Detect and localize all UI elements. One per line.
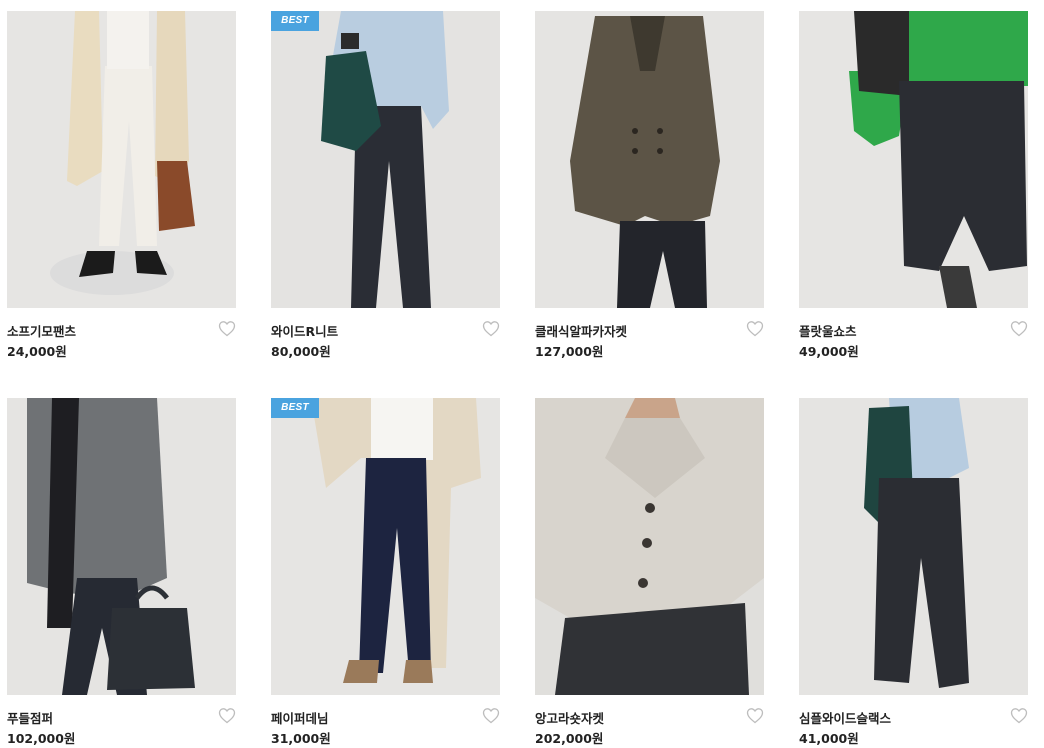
- product-image[interactable]: [7, 11, 236, 308]
- product-price: 127,000원: [535, 344, 604, 359]
- product-image[interactable]: [7, 398, 236, 695]
- product-photo: [535, 398, 764, 695]
- product-card[interactable]: BEST 페이퍼데님 31,000원: [271, 398, 500, 746]
- product-photo: [535, 11, 764, 308]
- product-price: 102,000원: [7, 731, 76, 746]
- wishlist-heart-icon[interactable]: [218, 320, 236, 337]
- product-price: 202,000원: [535, 731, 604, 746]
- wishlist-heart-icon[interactable]: [746, 707, 764, 724]
- best-badge: BEST: [271, 398, 319, 418]
- product-image[interactable]: [799, 11, 1028, 308]
- product-photo: [7, 11, 236, 308]
- product-price: 80,000원: [271, 344, 331, 359]
- product-grid: 소프기모팬츠 24,000원 BEST 와이드R니트 80,000원 클래식알파…: [0, 0, 1044, 748]
- product-photo: [271, 11, 500, 308]
- wishlist-heart-icon[interactable]: [1010, 320, 1028, 337]
- best-badge: BEST: [271, 11, 319, 31]
- product-image[interactable]: BEST: [271, 398, 500, 695]
- product-name[interactable]: 플랏울쇼츠: [799, 321, 857, 340]
- product-name[interactable]: 푸들점퍼: [7, 708, 53, 727]
- product-name[interactable]: 페이퍼데님: [271, 708, 329, 727]
- product-image[interactable]: [799, 398, 1028, 695]
- product-card[interactable]: 앙고라숏자켓 202,000원: [535, 398, 764, 746]
- product-photo: [799, 11, 1028, 308]
- product-card[interactable]: 푸들점퍼 102,000원: [7, 398, 236, 746]
- product-name[interactable]: 심플와이드슬랙스: [799, 708, 891, 727]
- product-name[interactable]: 앙고라숏자켓: [535, 708, 604, 727]
- product-photo: [7, 398, 236, 695]
- product-image[interactable]: [535, 11, 764, 308]
- wishlist-heart-icon[interactable]: [1010, 707, 1028, 724]
- product-card[interactable]: 플랏울쇼츠 49,000원: [799, 11, 1028, 359]
- product-card[interactable]: 클래식알파카자켓 127,000원: [535, 11, 764, 359]
- product-name[interactable]: 클래식알파카자켓: [535, 321, 627, 340]
- product-name[interactable]: 소프기모팬츠: [7, 321, 76, 340]
- product-image[interactable]: BEST: [271, 11, 500, 308]
- product-name[interactable]: 와이드R니트: [271, 321, 338, 340]
- product-card[interactable]: 심플와이드슬랙스 41,000원: [799, 398, 1028, 746]
- product-price: 24,000원: [7, 344, 67, 359]
- product-photo: [271, 398, 500, 695]
- wishlist-heart-icon[interactable]: [218, 707, 236, 724]
- product-image[interactable]: [535, 398, 764, 695]
- product-price: 49,000원: [799, 344, 859, 359]
- product-photo: [799, 398, 1028, 695]
- product-card[interactable]: 소프기모팬츠 24,000원: [7, 11, 236, 359]
- wishlist-heart-icon[interactable]: [482, 707, 500, 724]
- wishlist-heart-icon[interactable]: [482, 320, 500, 337]
- product-price: 41,000원: [799, 731, 859, 746]
- product-card[interactable]: BEST 와이드R니트 80,000원: [271, 11, 500, 359]
- wishlist-heart-icon[interactable]: [746, 320, 764, 337]
- product-price: 31,000원: [271, 731, 331, 746]
